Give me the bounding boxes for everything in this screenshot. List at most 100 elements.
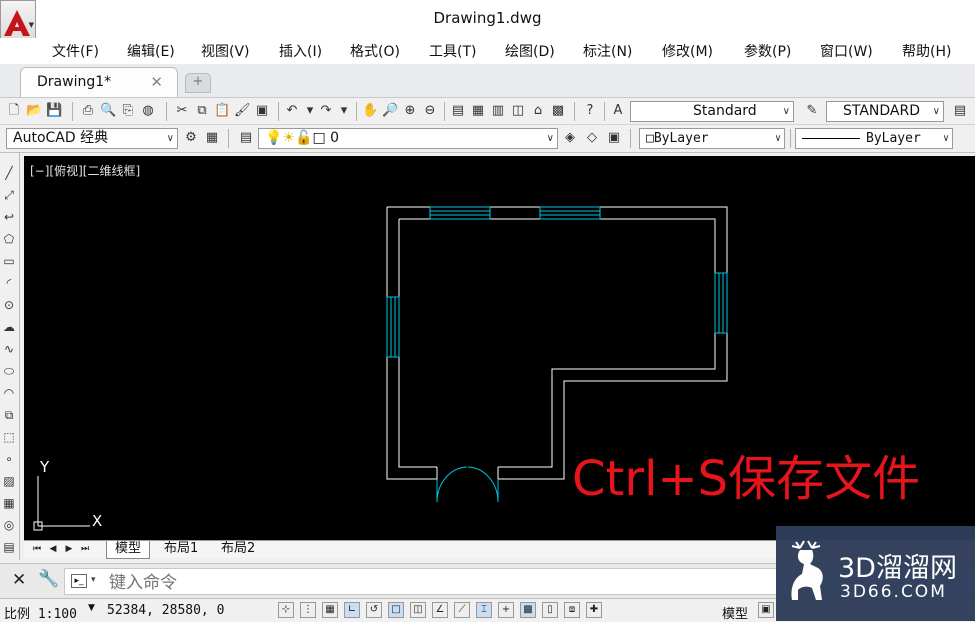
tab-layout2[interactable]: 布局2 (213, 541, 263, 558)
quickcalc-icon[interactable]: ▩ (550, 103, 566, 119)
ellipse-arc-icon[interactable]: ◠ (1, 385, 17, 401)
menu-edit[interactable]: 编辑(E) (127, 41, 175, 61)
first-tab-icon[interactable]: ⏮ (30, 543, 44, 556)
publish-icon[interactable]: ⎘ (120, 103, 136, 119)
object-snap-tracking-icon[interactable]: ∠ (432, 602, 448, 618)
menu-file[interactable]: 文件(F) (52, 41, 99, 61)
polyline-icon[interactable]: ↩ (1, 209, 17, 225)
print-preview-icon[interactable]: 🔍 (100, 103, 116, 119)
infer-constraints-icon[interactable]: ⊹ (278, 602, 294, 618)
menu-draw[interactable]: 绘图(D) (505, 41, 555, 61)
make-block-icon[interactable]: ⬚ (1, 429, 17, 445)
gear-icon[interactable]: ⚙ (183, 130, 199, 146)
workspace-select[interactable]: AutoCAD 经典 ∨ (6, 128, 178, 149)
layout-viewport-icon[interactable]: ▣ (758, 602, 774, 618)
zoom-previous-icon[interactable]: ⊖ (422, 103, 438, 119)
dimension-style-icon[interactable]: ✎ (804, 103, 820, 119)
previous-tab-icon[interactable]: ◀ (46, 543, 60, 556)
menu-view[interactable]: 视图(V) (201, 41, 250, 61)
ellipse-icon[interactable]: ⬭ (1, 363, 17, 379)
command-input-box[interactable]: ▸_ ▾ (64, 568, 784, 595)
text-style-icon[interactable]: A (610, 103, 626, 119)
menu-tools[interactable]: 工具(T) (429, 41, 476, 61)
pan-icon[interactable]: ✋ (362, 103, 378, 119)
text-style-select[interactable]: Standard ∨ (630, 101, 794, 122)
layer-previous-icon[interactable]: ◇ (584, 130, 600, 146)
make-current-layer-icon[interactable]: ◈ (562, 130, 578, 146)
3d-object-snap-icon[interactable]: ◫ (410, 602, 426, 618)
table-icon[interactable]: ▤ (1, 539, 17, 555)
object-snap-icon[interactable]: □ (388, 602, 404, 618)
spline-icon[interactable]: ∿ (1, 341, 17, 357)
circle-icon[interactable]: ⊙ (1, 297, 17, 313)
arc-icon[interactable]: ◜ (1, 275, 17, 291)
menu-dimension[interactable]: 标注(N) (583, 41, 632, 61)
dynamic-input-icon[interactable]: ⌶ (476, 602, 492, 618)
dimension-style-select[interactable]: STANDARD ∨ (826, 101, 944, 122)
properties-icon[interactable]: ▤ (450, 103, 466, 119)
model-space-label[interactable]: 模型 (722, 603, 748, 622)
drawing-canvas[interactable]: [−][俯视][二维线框] X Y Ctrl+S保存文件 (24, 156, 975, 540)
cut-icon[interactable]: ✂ (174, 103, 190, 119)
block-editor-icon[interactable]: ▣ (254, 103, 270, 119)
chevron-down-icon[interactable]: ▾ (91, 575, 96, 585)
command-prompt-icon[interactable]: ▸_ (71, 574, 87, 588)
close-icon[interactable]: ✕ (150, 73, 163, 91)
quick-properties-icon[interactable]: ▯ (542, 602, 558, 618)
snap-mode-icon[interactable]: ⋮ (300, 602, 316, 618)
design-center-icon[interactable]: ▦ (470, 103, 486, 119)
wrench-icon[interactable]: 🔧 (38, 569, 59, 589)
workspace-settings-icon[interactable]: ▦ (204, 130, 220, 146)
markup-icon[interactable]: ⌂ (530, 103, 546, 119)
tab-model[interactable]: 模型 (106, 541, 151, 559)
polygon-icon[interactable]: ⬠ (1, 231, 17, 247)
web-publish-icon[interactable]: ◍ (140, 103, 156, 119)
undo-dropdown-icon[interactable]: ▾ (302, 103, 318, 119)
new-file-icon[interactable]: 🗋 (6, 103, 22, 119)
menu-help[interactable]: 帮助(H) (902, 41, 951, 61)
last-tab-icon[interactable]: ⏭ (78, 543, 92, 556)
linetype-select[interactable]: ByLayer ∨ (795, 128, 953, 149)
undo-icon[interactable]: ↶ (284, 103, 300, 119)
next-tab-icon[interactable]: ▶ (62, 543, 76, 556)
lineweight-icon[interactable]: + (498, 602, 514, 618)
match-properties-icon[interactable]: 🖌 (234, 103, 251, 119)
grid-icon[interactable]: ▦ (322, 602, 338, 618)
polar-tracking-icon[interactable]: ↺ (366, 602, 382, 618)
new-tab-button[interactable]: + (185, 73, 211, 93)
command-input[interactable] (107, 571, 771, 594)
insert-block-icon[interactable]: ⧉ (1, 407, 17, 423)
redo-dropdown-icon[interactable]: ▾ (336, 103, 352, 119)
dynamic-ucs-icon[interactable]: ⟋ (454, 602, 470, 618)
transparency-icon[interactable]: ▩ (520, 602, 536, 618)
menu-format[interactable]: 格式(O) (350, 41, 400, 61)
gradient-icon[interactable]: ▦ (1, 495, 17, 511)
menu-insert[interactable]: 插入(I) (279, 41, 322, 61)
sheet-set-icon[interactable]: ◫ (510, 103, 526, 119)
save-icon[interactable]: 💾 (46, 103, 62, 119)
layer-properties-icon[interactable]: ▤ (238, 130, 254, 146)
close-icon[interactable]: ✕ (12, 570, 26, 590)
color-select[interactable]: □ByLayer ∨ (639, 128, 785, 149)
tool-palettes-icon[interactable]: ▥ (490, 103, 506, 119)
table-style-icon[interactable]: ▤ (952, 103, 968, 119)
annotation-monitor-icon[interactable]: ✚ (586, 602, 602, 618)
zoom-window-icon[interactable]: ⊕ (402, 103, 418, 119)
construction-line-icon[interactable]: ⤢ (1, 187, 17, 203)
region-icon[interactable]: ◎ (1, 517, 17, 533)
tab-layout1[interactable]: 布局1 (156, 541, 206, 558)
help-icon[interactable]: ? (582, 103, 598, 119)
annotation-scale[interactable]: 比例 1:100 (4, 603, 77, 622)
hatch-icon[interactable]: ▨ (1, 473, 17, 489)
zoom-realtime-icon[interactable]: 🔎 (382, 103, 398, 119)
point-icon[interactable]: ∘ (1, 451, 17, 467)
open-folder-icon[interactable]: 📂 (26, 103, 42, 119)
menu-modify[interactable]: 修改(M) (662, 41, 713, 61)
layer-state-icon[interactable]: ▣ (606, 130, 622, 146)
chevron-down-icon[interactable]: ▼ (88, 603, 95, 613)
copy-icon[interactable]: ⧉ (194, 103, 210, 119)
line-icon[interactable]: ╱ (1, 165, 17, 181)
menu-parameters[interactable]: 参数(P) (744, 41, 791, 61)
layer-select[interactable]: 💡☀🔓□ 0 ∨ (258, 128, 558, 149)
revision-cloud-icon[interactable]: ☁ (1, 319, 17, 335)
